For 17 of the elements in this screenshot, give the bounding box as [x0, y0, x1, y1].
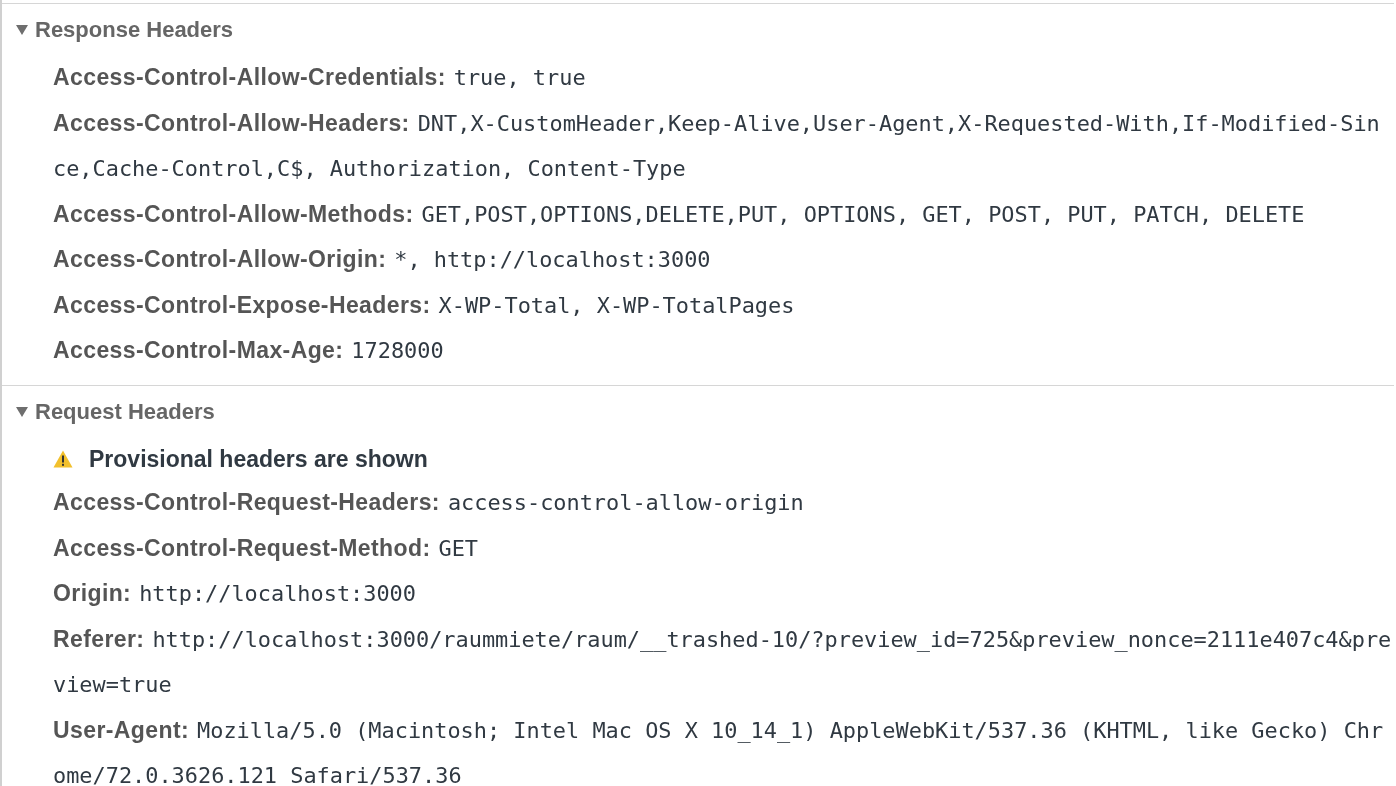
header-entry: Access-Control-Allow-Origin: *, http://localhost:3000 — [53, 245, 712, 274]
header-entry: Access-Control-Allow-Credentials: true, true — [53, 63, 587, 92]
header-entry: Access-Control-Request-Headers: access-control-allow-origin — [53, 488, 805, 517]
header-entry: User-Agent: Mozilla/5.0 (Macintosh; Intel Mac OS X 10_14_1) AppleWebKit/537.36 (KHTML, like Gecko) Chrome/72.0.3626.121 Safari/537.36 — [53, 715, 1385, 786]
section-title[interactable]: Response Headers — [35, 17, 234, 43]
disclosure-triangle-icon[interactable] — [16, 25, 28, 35]
header-entry: Access-Control-Request-Method: GET — [53, 533, 479, 563]
header-entry: Referer: http://localhost:3000/raummiete/raum/__trashed-10/?preview_id=725&preview_nonce=2111e407c4&preview=true — [53, 624, 1392, 699]
header-entry: Access-Control-Max-Age: 1728000 — [53, 336, 445, 365]
warning-message: Provisional headers are shown — [89, 445, 428, 473]
section-title[interactable]: Request Headers — [35, 398, 215, 425]
header-entry: Access-Control-Allow-Headers: DNT,X-CustomHeader,Keep-Alive,User-Agent,X-Requested-With,If-Modified-Since,Cache-Control,C$, Authorization, Content-Type — [53, 108, 1381, 183]
header-entry: Origin: http://localhost:3000 — [53, 579, 417, 608]
warning-icon — [53, 450, 73, 469]
disclosure-triangle-icon[interactable] — [16, 406, 28, 417]
header-entry: Access-Control-Expose-Headers: X-WP-Total, X-WP-TotalPages — [53, 290, 796, 320]
header-entry: Access-Control-Allow-Methods: GET,POST,OPTIONS,DELETE,PUT, OPTIONS, GET, POST, PUT, PATCH, DELETE — [53, 199, 1306, 229]
